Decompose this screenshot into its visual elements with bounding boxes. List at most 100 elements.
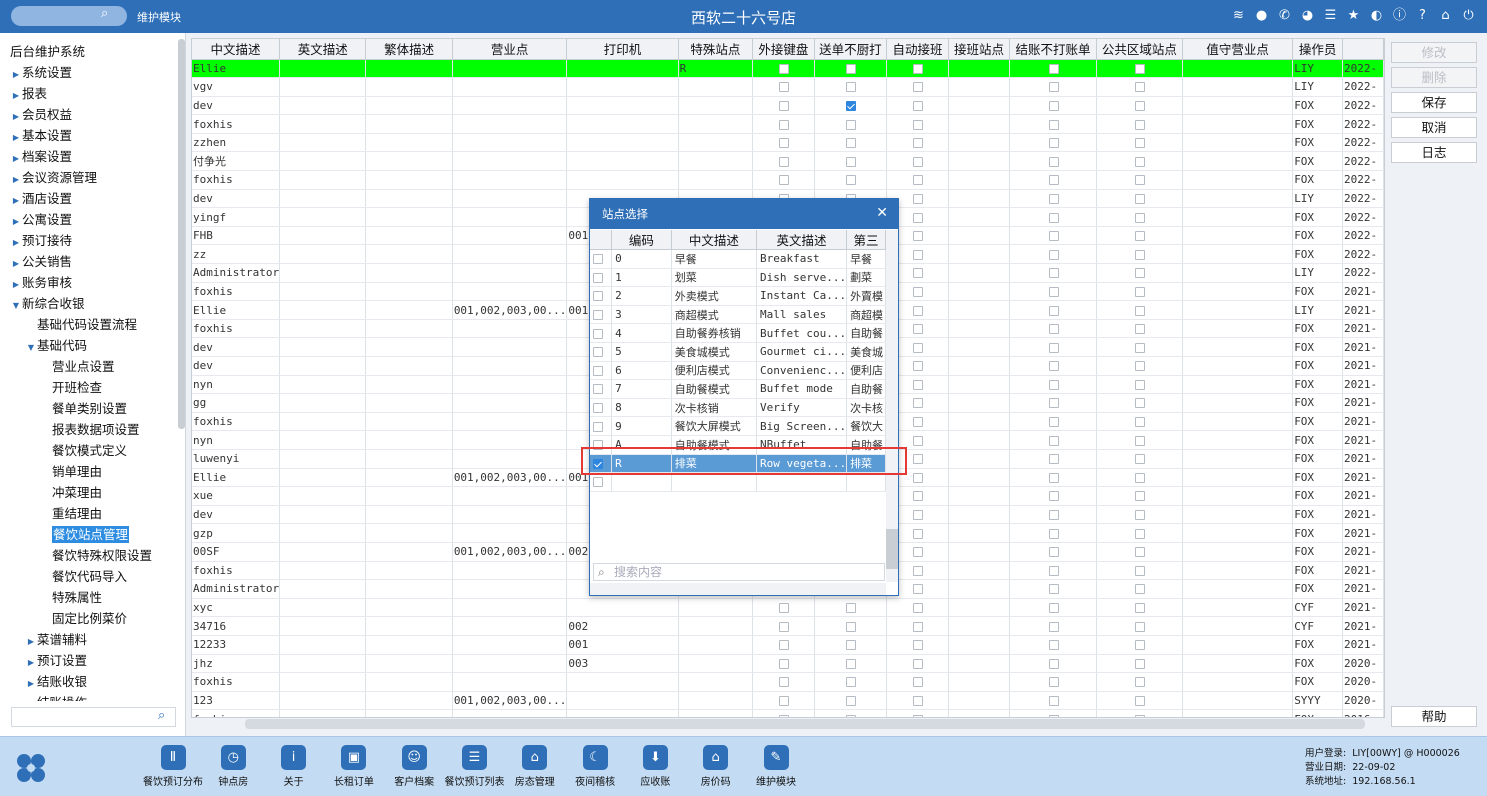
table-cell[interactable]: 2021- xyxy=(1342,282,1384,302)
table-cell[interactable] xyxy=(452,319,568,339)
toolbar-item[interactable]: i 关于 xyxy=(264,745,324,788)
table-cell[interactable] xyxy=(948,114,1011,134)
checkbox[interactable] xyxy=(1134,603,1145,614)
caret-right-icon[interactable]: ▶ xyxy=(10,148,22,169)
table-cell[interactable] xyxy=(279,189,367,209)
sidebar-item[interactable]: 特殊属性 xyxy=(0,587,178,608)
dialog-horizontal-scrollbar[interactable] xyxy=(590,583,886,595)
checkbox[interactable] xyxy=(593,291,603,302)
table-cell-checkbox[interactable] xyxy=(1096,616,1184,636)
table-row[interactable]: 123 001,002,003,00... SYYY 2020- xyxy=(192,691,1384,711)
table-cell[interactable] xyxy=(365,654,453,674)
table-cell[interactable]: zz xyxy=(192,244,281,265)
checkbox[interactable] xyxy=(1048,212,1059,223)
table-cell[interactable] xyxy=(948,542,1011,562)
caret-right-icon[interactable]: ▶ xyxy=(10,106,22,127)
table-cell[interactable] xyxy=(1182,430,1294,450)
sidebar-item[interactable]: ▶ 基本设置 xyxy=(0,125,178,146)
table-cell-checkbox[interactable] xyxy=(1009,151,1097,172)
table-cell-checkbox[interactable] xyxy=(814,77,888,97)
checkbox[interactable] xyxy=(912,212,923,223)
table-cell-checkbox[interactable] xyxy=(1096,691,1184,711)
sidebar-item[interactable]: 固定比例菜价 xyxy=(0,608,178,629)
checkbox[interactable] xyxy=(1048,528,1059,539)
table-cell[interactable] xyxy=(452,189,568,209)
table-cell[interactable] xyxy=(365,170,453,190)
phone-icon[interactable]: ✆ xyxy=(1276,7,1293,24)
checkbox[interactable] xyxy=(1048,584,1059,595)
checkbox[interactable] xyxy=(1048,175,1059,186)
table-cell[interactable]: FOX xyxy=(1292,133,1343,153)
checkbox[interactable] xyxy=(778,119,789,130)
checkbox[interactable] xyxy=(1134,63,1145,74)
column-header[interactable]: 繁体描述 xyxy=(365,39,453,60)
table-cell[interactable] xyxy=(566,170,679,190)
table-cell[interactable] xyxy=(678,170,754,190)
table-cell[interactable] xyxy=(279,244,367,265)
caret-right-icon[interactable]: ▶ xyxy=(10,64,22,85)
checkbox[interactable] xyxy=(1134,305,1145,316)
checkbox[interactable] xyxy=(912,547,923,558)
dialog-cell[interactable]: 6 xyxy=(611,361,672,381)
table-cell[interactable] xyxy=(1182,523,1294,543)
table-cell[interactable] xyxy=(279,561,367,581)
table-cell[interactable] xyxy=(365,207,453,227)
table-cell-checkbox[interactable] xyxy=(1009,207,1097,227)
dialog-cell[interactable]: Breakfast xyxy=(756,249,848,269)
dialog-column-header[interactable]: 第三 xyxy=(846,230,886,250)
table-cell[interactable] xyxy=(566,672,679,692)
dialog-cell[interactable]: 3 xyxy=(611,305,672,325)
dialog-cell[interactable]: Buffet cou... xyxy=(756,323,848,343)
table-cell[interactable]: luwenyi xyxy=(192,449,281,469)
table-cell-checkbox[interactable] xyxy=(1009,672,1097,692)
table-cell[interactable]: FOX xyxy=(1292,114,1343,134)
dialog-cell[interactable]: 美食城模式 xyxy=(671,342,757,362)
table-cell[interactable] xyxy=(452,59,568,79)
caret-down-icon[interactable]: ▼ xyxy=(25,337,37,358)
checkbox[interactable] xyxy=(1048,417,1059,428)
table-cell[interactable]: 2022- xyxy=(1342,96,1384,116)
table-cell[interactable] xyxy=(452,598,568,618)
table-cell[interactable]: 2022- xyxy=(1342,226,1384,246)
caret-right-icon[interactable]: ▶ xyxy=(10,274,22,295)
checkbox[interactable] xyxy=(1134,231,1145,242)
checkbox[interactable] xyxy=(1134,584,1145,595)
table-cell[interactable] xyxy=(279,300,367,320)
checkbox[interactable] xyxy=(593,254,603,265)
checkbox[interactable] xyxy=(912,342,923,353)
table-cell-checkbox[interactable] xyxy=(886,77,949,97)
table-cell[interactable] xyxy=(365,356,453,376)
caret-right-icon[interactable]: ▶ xyxy=(10,253,22,274)
caret-right-icon[interactable]: ▶ xyxy=(10,190,22,211)
table-cell[interactable] xyxy=(279,114,367,134)
table-row[interactable]: dev FOX 2022- xyxy=(192,96,1384,116)
table-cell-checkbox[interactable] xyxy=(1009,337,1097,357)
table-cell[interactable] xyxy=(566,114,679,134)
table-cell[interactable] xyxy=(365,449,453,469)
table-cell[interactable] xyxy=(452,244,568,265)
table-cell[interactable]: 2021- xyxy=(1342,337,1384,357)
checkbox[interactable] xyxy=(1134,342,1145,353)
table-cell[interactable] xyxy=(452,356,568,376)
caret-right-icon[interactable]: ▶ xyxy=(10,169,22,190)
table-cell[interactable] xyxy=(279,672,367,692)
table-cell[interactable] xyxy=(948,170,1011,190)
checkbox[interactable] xyxy=(1048,379,1059,390)
table-cell[interactable] xyxy=(948,635,1011,655)
table-cell[interactable] xyxy=(452,337,568,357)
table-cell-checkbox[interactable] xyxy=(886,96,949,116)
caret-right-icon[interactable]: ▶ xyxy=(10,211,22,232)
table-cell[interactable] xyxy=(279,170,367,190)
column-header[interactable]: 值守营业点 xyxy=(1182,39,1294,60)
sidebar-item[interactable]: ▶ 会议资源管理 xyxy=(0,167,178,188)
dialog-cell-checkbox[interactable] xyxy=(590,323,613,343)
table-row[interactable]: 12233 001 FOX 2021- xyxy=(192,635,1384,655)
dialog-cell[interactable]: 商超模式 xyxy=(671,305,757,325)
toolbar-item[interactable]: ☾ 夜间稽核 xyxy=(565,745,625,788)
table-cell[interactable] xyxy=(452,133,568,153)
dialog-cell[interactable]: 0 xyxy=(611,249,672,269)
table-cell-checkbox[interactable] xyxy=(1009,635,1097,655)
table-cell-checkbox[interactable] xyxy=(814,151,888,172)
table-cell[interactable] xyxy=(365,96,453,116)
table-cell-checkbox[interactable] xyxy=(752,96,815,116)
